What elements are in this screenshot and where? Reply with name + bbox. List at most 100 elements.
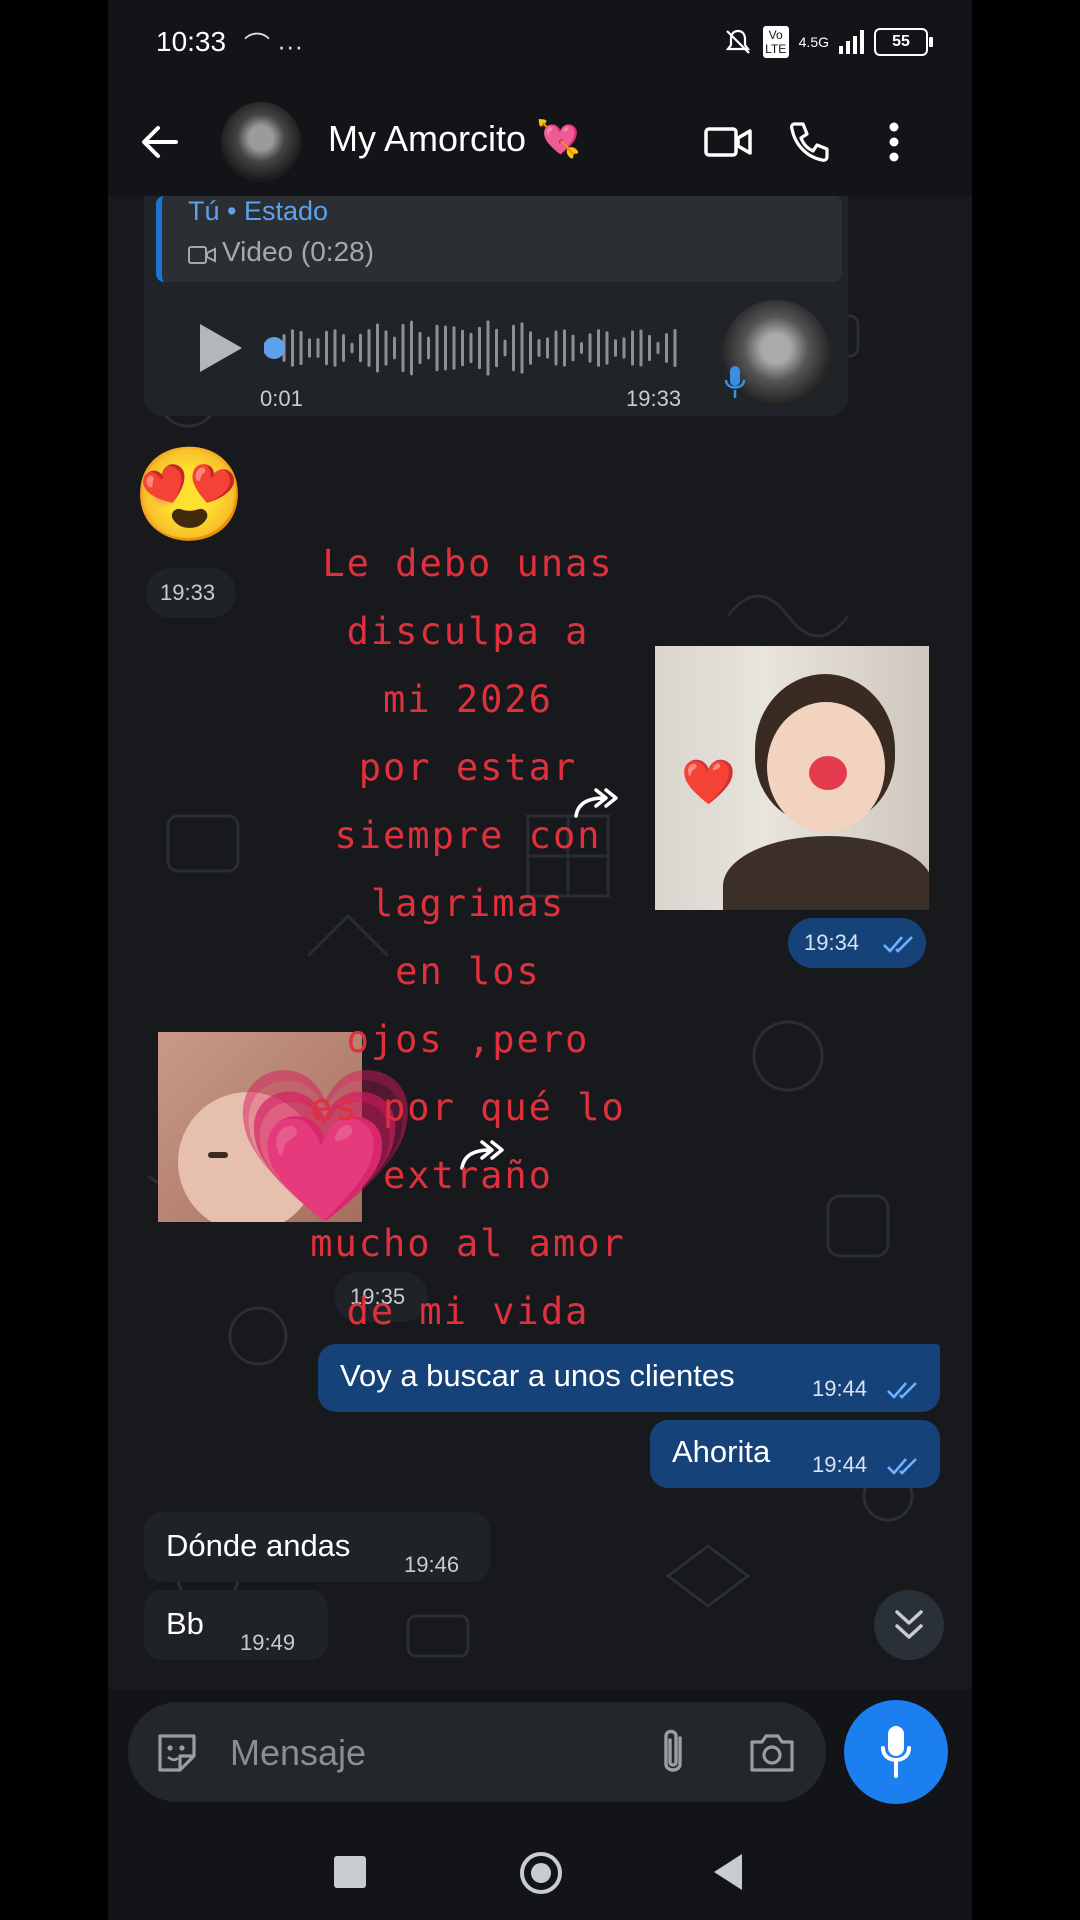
emoji-message: 😍 <box>132 444 247 546</box>
waveform-bar <box>299 330 303 366</box>
overlay-line: mucho al amor <box>310 1222 626 1265</box>
voice-record-button[interactable] <box>844 1700 948 1804</box>
sticker-icon[interactable] <box>154 1730 200 1776</box>
contact-name[interactable]: My Amorcito 💘 <box>328 118 581 160</box>
waveform-bar <box>376 323 379 373</box>
overlay-line: Le debo unas <box>322 542 614 585</box>
camera-icon[interactable] <box>748 1730 796 1774</box>
waveform-bar <box>580 342 583 354</box>
emoji-time-pill: 19:33 <box>146 568 236 618</box>
waveform-bar <box>418 331 422 365</box>
chat-header: My Amorcito 💘 <box>108 86 972 196</box>
waveform-bar <box>520 322 524 374</box>
voice-duration: 0:01 <box>260 386 303 411</box>
waveform-bar <box>546 337 549 359</box>
outgoing-message[interactable]: Voy a buscar a unos clientes 19:44 <box>318 1344 940 1412</box>
back-arrow-icon[interactable] <box>136 118 184 166</box>
status-quote[interactable]: Tú • Estado Video (0:28) <box>156 196 842 282</box>
scroll-down-button[interactable] <box>874 1590 944 1660</box>
waveform-bar <box>503 339 507 357</box>
waveform-bar <box>639 329 643 367</box>
message-time: 19:44 <box>812 1376 868 1401</box>
overlay-line: por estar <box>358 746 578 789</box>
overlay-line: disculpa a <box>346 610 590 653</box>
incoming-message[interactable]: Dónde andas 19:46 <box>144 1512 490 1582</box>
waveform-bar <box>393 336 396 360</box>
overlay-line: extraño <box>383 1154 553 1197</box>
phone-screen: 10:33 ⌒ ··· Vo LTE 4.5G 55 My Amorcito 💘 <box>108 0 972 1920</box>
battery-icon: 55 <box>874 28 933 56</box>
waveform-bar <box>427 336 430 360</box>
message-time: 19:44 <box>812 1452 868 1477</box>
message-input-bar <box>128 1702 826 1802</box>
waveform-bar <box>605 331 609 365</box>
waveform-bar <box>529 331 532 365</box>
waveform-bar <box>342 334 345 362</box>
waveform-bar <box>571 334 575 362</box>
waveform-bar <box>359 333 362 363</box>
play-icon[interactable] <box>196 322 244 374</box>
system-nav-bar <box>108 1820 972 1920</box>
waveform-bar <box>512 324 515 372</box>
incoming-message[interactable]: Bb 19:49 <box>144 1590 328 1660</box>
overlay-line: en los <box>395 950 541 993</box>
overlay-line: es por qué lo <box>310 1086 626 1129</box>
waveform-bar <box>554 330 558 366</box>
quote-body: Video (0:28) <box>222 236 375 267</box>
waveform-bar <box>384 330 388 366</box>
waveform-bar <box>325 330 328 366</box>
status-right-icons: Vo LTE 4.5G 55 <box>723 24 933 60</box>
waveform-bar <box>367 329 371 367</box>
voice-time: 19:33 <box>626 386 682 411</box>
waveform-bar <box>495 328 498 368</box>
phone-call-icon[interactable] <box>781 114 837 170</box>
heart-sticker: ❤️ <box>681 758 736 807</box>
waveform-bar <box>350 342 354 354</box>
waveform-bar <box>308 338 311 358</box>
recents-button[interactable] <box>334 1856 366 1888</box>
paperclip-icon[interactable] <box>656 1726 690 1778</box>
waveform-bar <box>401 323 405 373</box>
overlay-line: de mi vida <box>346 1290 590 1333</box>
more-options-icon[interactable] <box>866 114 922 170</box>
voice-waveform[interactable] <box>264 308 684 388</box>
read-ticks-icon <box>887 1382 917 1399</box>
waveform-bar <box>435 324 439 372</box>
message-input[interactable] <box>228 1724 632 1782</box>
video-call-icon[interactable] <box>700 114 756 170</box>
waveform-bar <box>673 329 677 367</box>
waveform-bar <box>469 332 473 364</box>
waveform-bar <box>537 338 541 358</box>
status-notification-icons: ⌒ ··· <box>244 31 304 61</box>
message-time: 19:49 <box>240 1630 296 1655</box>
overlay-caption: Le debo unas disculpa a mi 2026 por esta… <box>268 530 668 1346</box>
overlay-line: lagrimas <box>370 882 566 925</box>
overlay-line: mi 2026 <box>383 678 553 721</box>
message-text: Dónde andas <box>166 1528 351 1563</box>
playback-position-dot[interactable] <box>264 337 285 359</box>
status-time: 10:33 <box>156 26 227 57</box>
waveform-bar <box>316 338 320 358</box>
contact-avatar[interactable] <box>221 102 301 182</box>
outgoing-image[interactable]: ❤️ <box>655 646 929 910</box>
waveform-bar <box>461 329 464 367</box>
waveform-bar <box>622 337 626 359</box>
waveform-bar <box>478 326 481 370</box>
waveform-bar <box>563 329 566 367</box>
video-small-icon <box>188 246 216 264</box>
bell-muted-icon <box>725 29 750 54</box>
status-bar: 10:33 ⌒ ··· Vo LTE 4.5G 55 <box>108 0 972 86</box>
message-text: Bb <box>166 1606 204 1641</box>
waveform-bar <box>614 339 617 357</box>
voice-message-bubble[interactable]: Tú • Estado Video (0:28) 0:01 19:33 <box>144 196 848 416</box>
waveform-bar <box>665 333 668 363</box>
message-time: 19:46 <box>404 1552 460 1577</box>
message-text: Ahorita <box>672 1434 771 1469</box>
volte-label: Vo LTE <box>762 26 789 58</box>
waveform-bar <box>656 341 660 355</box>
waveform-bar <box>597 329 600 367</box>
message-time: 19:34 <box>804 930 860 955</box>
home-button[interactable] <box>518 1850 564 1896</box>
back-nav-button[interactable] <box>710 1852 746 1892</box>
outgoing-message[interactable]: Ahorita 19:44 <box>650 1420 940 1488</box>
